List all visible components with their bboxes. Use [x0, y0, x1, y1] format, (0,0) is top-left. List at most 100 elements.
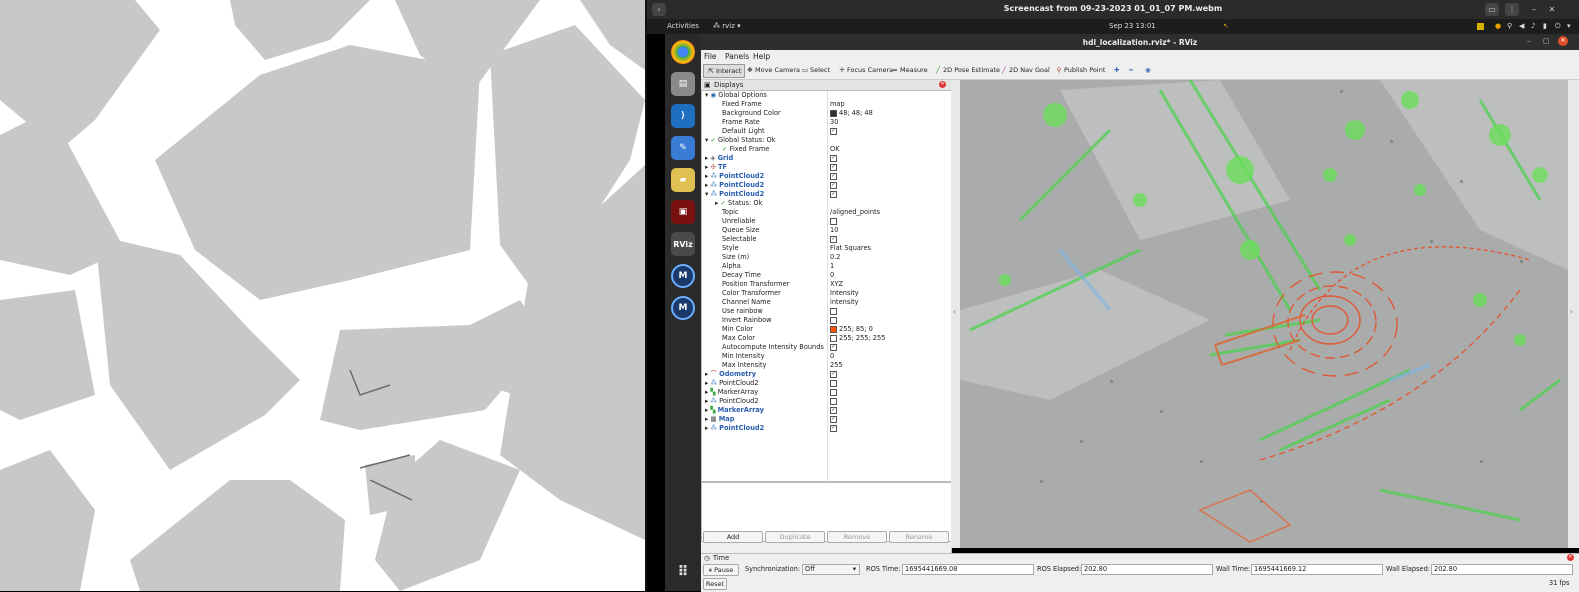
sync-select[interactable]: Off ▾ — [802, 564, 860, 575]
tree-row-map[interactable]: ▸ ▦ Map ✓ — [702, 415, 951, 424]
tree-row-unreliable[interactable]: Unreliable — [702, 217, 951, 226]
tree-row-alpha[interactable]: Alpha 1 — [702, 262, 951, 271]
checkbox[interactable]: ✓ — [830, 370, 837, 378]
checkbox[interactable]: ✓ — [830, 190, 837, 198]
m-app-icon[interactable]: M — [671, 264, 695, 288]
screen-recorder-icon[interactable]: ▣ — [671, 200, 695, 224]
tree-row-global-status[interactable]: ▾ ✓ Global Status: Ok — [702, 136, 951, 145]
time-panel-close-icon[interactable]: ✕ — [1567, 554, 1574, 561]
app-menu-rviz[interactable]: ⁂ rviz ▾ — [713, 22, 741, 30]
row-value[interactable]: 1 — [830, 262, 834, 271]
remove-tool-icon[interactable]: ━ — [1126, 64, 1136, 76]
tree-row-pointcloud2-1[interactable]: ▸ ⁂ PointCloud2 ✓ — [702, 172, 951, 181]
sticky-notes-icon[interactable]: ▰ — [671, 168, 695, 192]
settings-chevron-icon[interactable]: ▾ — [1567, 22, 1571, 30]
color-swatch[interactable] — [830, 109, 837, 117]
row-value[interactable]: Intensity — [830, 289, 859, 298]
remove-button[interactable]: Remove — [827, 531, 887, 543]
activities-button[interactable]: Activities — [667, 22, 699, 30]
tree-row-frame-rate[interactable]: Frame Rate 30 — [702, 118, 951, 127]
tool-move-camera[interactable]: ✥ Move Camera — [743, 64, 803, 76]
tree-row-grid[interactable]: ▸ ◈ Grid ✓ — [702, 154, 951, 163]
tree-row-selectable[interactable]: Selectable ✓ — [702, 235, 951, 244]
tree-row-default-light[interactable]: Default Light ✓ — [702, 127, 951, 136]
reset-button[interactable]: Reset — [703, 578, 727, 590]
tree-row-tf[interactable]: ▸ ✣ TF ✓ — [702, 163, 951, 172]
checkbox[interactable]: ✓ — [830, 172, 837, 180]
window-minimize-icon[interactable]: – — [1527, 37, 1531, 45]
window-close-icon[interactable]: ✕ — [1558, 36, 1568, 46]
row-value[interactable]: 10 — [830, 226, 838, 235]
checkbox[interactable]: ✓ — [830, 343, 837, 351]
tree-row-pointcloud2-5[interactable]: ▸ ⁂ PointCloud2 — [702, 397, 951, 406]
row-value[interactable]: XYZ — [830, 280, 843, 289]
tree-row-markerarray-2[interactable]: ▸ ▚ MarkerArray ✓ — [702, 406, 951, 415]
battery-icon[interactable]: ▮ — [1543, 22, 1547, 30]
m-app-icon-2[interactable]: M — [671, 296, 695, 320]
row-value[interactable]: 0.2 — [830, 253, 841, 262]
tree-row-pointcloud2-4[interactable]: ▸ ⁂ PointCloud2 — [702, 379, 951, 388]
tree-row-color-transformer[interactable]: Color Transformer Intensity — [702, 289, 951, 298]
tree-row-pointcloud2-2[interactable]: ▸ ⁂ PointCloud2 ✓ — [702, 181, 951, 190]
tool-2d-pose-estimate[interactable]: ╱ 2D Pose Estimate — [931, 64, 1003, 76]
tree-row-status-ok[interactable]: ▸ ✓ Status: Ok — [702, 199, 951, 208]
row-value[interactable]: 255; 255; 255 — [839, 334, 885, 342]
tree-row-background-color[interactable]: Background Color 48; 48; 48 — [702, 109, 951, 118]
checkbox[interactable] — [830, 397, 837, 405]
color-swatch[interactable] — [830, 334, 837, 342]
duplicate-button[interactable]: Duplicate — [765, 531, 825, 543]
network-icon[interactable]: ⚲ — [1507, 22, 1512, 30]
panel-splitter[interactable]: ‹ — [951, 80, 960, 548]
wall-elapsed-field[interactable]: 202.80 — [1431, 564, 1573, 575]
show-apps-icon[interactable]: ⠿ — [671, 560, 695, 584]
tool-settings-icon[interactable]: ◉ — [1142, 64, 1154, 76]
row-value[interactable]: 0 — [830, 352, 834, 361]
menu-help[interactable]: Help — [753, 52, 770, 61]
tree-row-queue-size[interactable]: Queue Size 10 — [702, 226, 951, 235]
ros-elapsed-field[interactable]: 202.80 — [1081, 564, 1213, 575]
tool-interact[interactable]: ⇱ Interact — [703, 64, 746, 78]
checkbox[interactable]: ✓ — [830, 235, 837, 243]
tree-row-autocompute-bounds[interactable]: Autocompute Intensity Bounds ✓ — [702, 343, 951, 352]
tree-row-topic[interactable]: Topic/aligned_points — [702, 208, 951, 217]
displays-close-icon[interactable]: ✕ — [939, 81, 946, 88]
tree-row-channel-name[interactable]: Channel Name intensity — [702, 298, 951, 307]
rename-button[interactable]: Rename — [889, 531, 949, 543]
right-splitter[interactable]: › — [1568, 80, 1579, 548]
checkbox[interactable]: ✓ — [830, 154, 837, 162]
row-value[interactable]: 30 — [830, 118, 838, 127]
add-button[interactable]: Add — [703, 531, 763, 543]
close-icon[interactable]: ✕ — [1545, 3, 1559, 16]
row-value[interactable]: /aligned_points — [830, 208, 880, 217]
checkbox[interactable]: ✓ — [830, 181, 837, 189]
tree-row-status-fixed-frame[interactable]: ✓ Fixed Frame OK — [702, 145, 951, 154]
menu-file[interactable]: File — [704, 52, 717, 61]
tree-row-pointcloud2-6[interactable]: ▸ ⁂ PointCloud2 ✓ — [702, 424, 951, 433]
status-dot-icon[interactable]: ● — [1495, 22, 1501, 30]
checkbox[interactable] — [830, 379, 837, 387]
text-editor-icon[interactable]: ✎ — [671, 136, 695, 160]
checkbox[interactable]: ✓ — [830, 406, 837, 414]
tree-row-decay-time[interactable]: Decay Time 0 — [702, 271, 951, 280]
add-tool-icon[interactable]: ✚ — [1111, 64, 1122, 76]
notification-icon[interactable] — [1477, 23, 1484, 30]
chrome-icon[interactable] — [671, 40, 695, 64]
clock[interactable]: Sep 23 13:01 — [1109, 22, 1156, 30]
volume-icon[interactable]: ◀ — [1519, 22, 1524, 30]
tree-row-max-intensity[interactable]: Max Intensity 255 — [702, 361, 951, 370]
checkbox[interactable] — [830, 217, 837, 225]
tree-row-pointcloud2-3[interactable]: ▾ ⁂ PointCloud2 ✓ — [702, 190, 951, 199]
tool-publish-point[interactable]: ⚲ Publish Point — [1052, 64, 1108, 76]
vscode-icon[interactable]: ⟩ — [671, 104, 695, 128]
tool-focus-camera[interactable]: ✛ Focus Camera — [835, 64, 896, 76]
checkbox[interactable]: ✓ — [830, 424, 837, 432]
row-value[interactable]: 255; 85; 0 — [839, 325, 873, 333]
row-value[interactable]: Flat Squares — [830, 244, 871, 253]
tool-measure[interactable]: ═ Measure — [888, 64, 931, 76]
tree-row-fixed-frame[interactable]: Fixed Frame map — [702, 100, 951, 109]
pause-button[interactable]: ⏸ Pause — [703, 564, 739, 576]
menu-panels[interactable]: Panels — [725, 52, 749, 61]
tree-row-min-intensity[interactable]: Min Intensity 0 — [702, 352, 951, 361]
window-maximize-icon[interactable]: ▢ — [1543, 37, 1550, 45]
cast-icon[interactable]: ▭ — [1485, 3, 1499, 16]
